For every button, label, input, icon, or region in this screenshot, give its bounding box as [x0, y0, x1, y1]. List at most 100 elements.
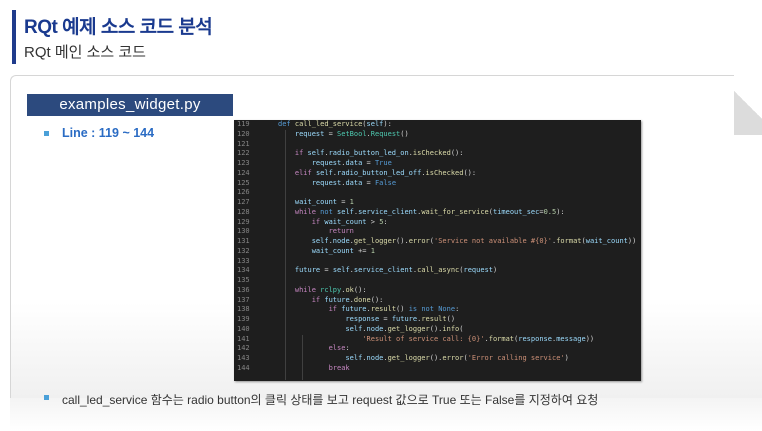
code-token: elif [294, 168, 316, 177]
code-token: ): [383, 120, 392, 128]
code-token: future [341, 305, 367, 314]
code-token: message [556, 334, 586, 343]
code-text: wait_count = 1 [278, 198, 354, 208]
code-line: 129 if wait_count > 5: [234, 218, 641, 228]
code-token: ) [493, 266, 498, 275]
code-token: self [311, 237, 329, 245]
code-token: while [294, 285, 321, 294]
code-token: 'Error calling service' [467, 354, 565, 362]
line-number: 134 [237, 266, 250, 275]
code-token: return [328, 227, 354, 236]
code-text: return [278, 227, 354, 237]
code-token: radio_button_led_on [328, 149, 409, 158]
code-token: self [315, 168, 333, 177]
code-line: 135 [234, 276, 641, 286]
line-number: 124 [237, 168, 250, 177]
code-text: while not self.service_client.wait_for_s… [278, 208, 565, 218]
code-token: ) [564, 354, 569, 362]
code-line: 124 elif self.radio_button_led_off.isChe… [234, 169, 641, 179]
code-line: 140 self.node.get_logger().info( [234, 325, 641, 335]
code-line: 125 request.data = False [234, 179, 641, 189]
code-token: (). [429, 354, 443, 362]
code-text: wait_count += 1 [278, 247, 375, 257]
line-number: 120 [237, 129, 250, 138]
code-text: if future.done(): [278, 295, 384, 306]
code-text: self.node.get_logger().error('Error call… [278, 354, 569, 364]
code-token: future [324, 295, 350, 304]
code-line: 119 def call_led_service(self): [234, 120, 641, 130]
line-number: 138 [237, 305, 250, 314]
code-token: None [438, 305, 456, 314]
code-token: True [374, 159, 392, 167]
code-token: self [337, 207, 354, 216]
code-text: if self.radio_button_led_on.isChecked(): [278, 149, 464, 159]
code-line: 126 [234, 188, 641, 198]
code-editor: 119 def call_led_service(self): 120 reques… [234, 120, 641, 381]
code-token: > [366, 217, 380, 226]
line-number: 122 [237, 149, 250, 158]
code-token: request [311, 178, 342, 187]
code-token: future [294, 266, 321, 275]
line-number: 132 [237, 246, 250, 255]
line-number: 127 [237, 198, 250, 206]
code-token: wait_count [294, 198, 338, 206]
code-line: 136 while rclpy.ok(): [234, 286, 641, 296]
code-line: 142 else: [234, 344, 641, 354]
code-text: while rclpy.ok(): [278, 286, 367, 296]
code-token: = [337, 198, 350, 206]
code-line: 141 'Result of service call: {0}'.format… [234, 335, 641, 345]
code-text: future = self.service_client.call_async(… [278, 266, 497, 276]
code-text: self.node.get_logger().info( [278, 325, 463, 335]
line-number: 123 [237, 159, 250, 167]
code-line: 132 wait_count += 1 [234, 247, 641, 257]
code-token: get_logger [387, 354, 430, 362]
code-token: )) [627, 237, 637, 245]
code-token: result [421, 315, 447, 323]
code-text: self.node.get_logger().error('Service no… [278, 237, 637, 247]
code-token: : [383, 217, 388, 226]
code-token: else [328, 344, 346, 353]
code-line: 138 if future.result() is not None: [234, 305, 641, 315]
code-token: response [345, 315, 380, 323]
code-token: format [556, 237, 582, 245]
code-token: request [294, 129, 325, 138]
code-text: if wait_count > 5: [278, 218, 388, 228]
bullet-icon [44, 395, 49, 400]
code-token: () [396, 305, 409, 314]
code-token: ok [345, 285, 354, 294]
code-token: if [311, 295, 325, 304]
code-token: = [379, 315, 392, 323]
title-accent-bar [12, 10, 16, 64]
code-text: elif self.radio_button_led_off.isChecked… [278, 169, 476, 179]
line-range-label: Line : 119 ~ 144 [62, 126, 155, 140]
code-token: wait_for_service [421, 207, 489, 216]
line-number: 130 [237, 227, 250, 236]
code-token: rclpy [320, 285, 342, 294]
code-token: 1 [349, 198, 354, 206]
code-token: info [442, 324, 460, 333]
code-line: 128 while not self.service_client.wait_f… [234, 208, 641, 218]
file-name-tab: examples_widget.py [27, 94, 233, 116]
code-text: break [278, 364, 350, 374]
line-number: 131 [237, 237, 250, 245]
code-token: 1 [370, 246, 375, 255]
code-token: False [374, 178, 397, 187]
code-token: radio_button_led_off [337, 168, 422, 177]
line-number: 137 [237, 295, 250, 304]
code-token: data [345, 178, 363, 187]
line-number: 125 [237, 178, 250, 187]
